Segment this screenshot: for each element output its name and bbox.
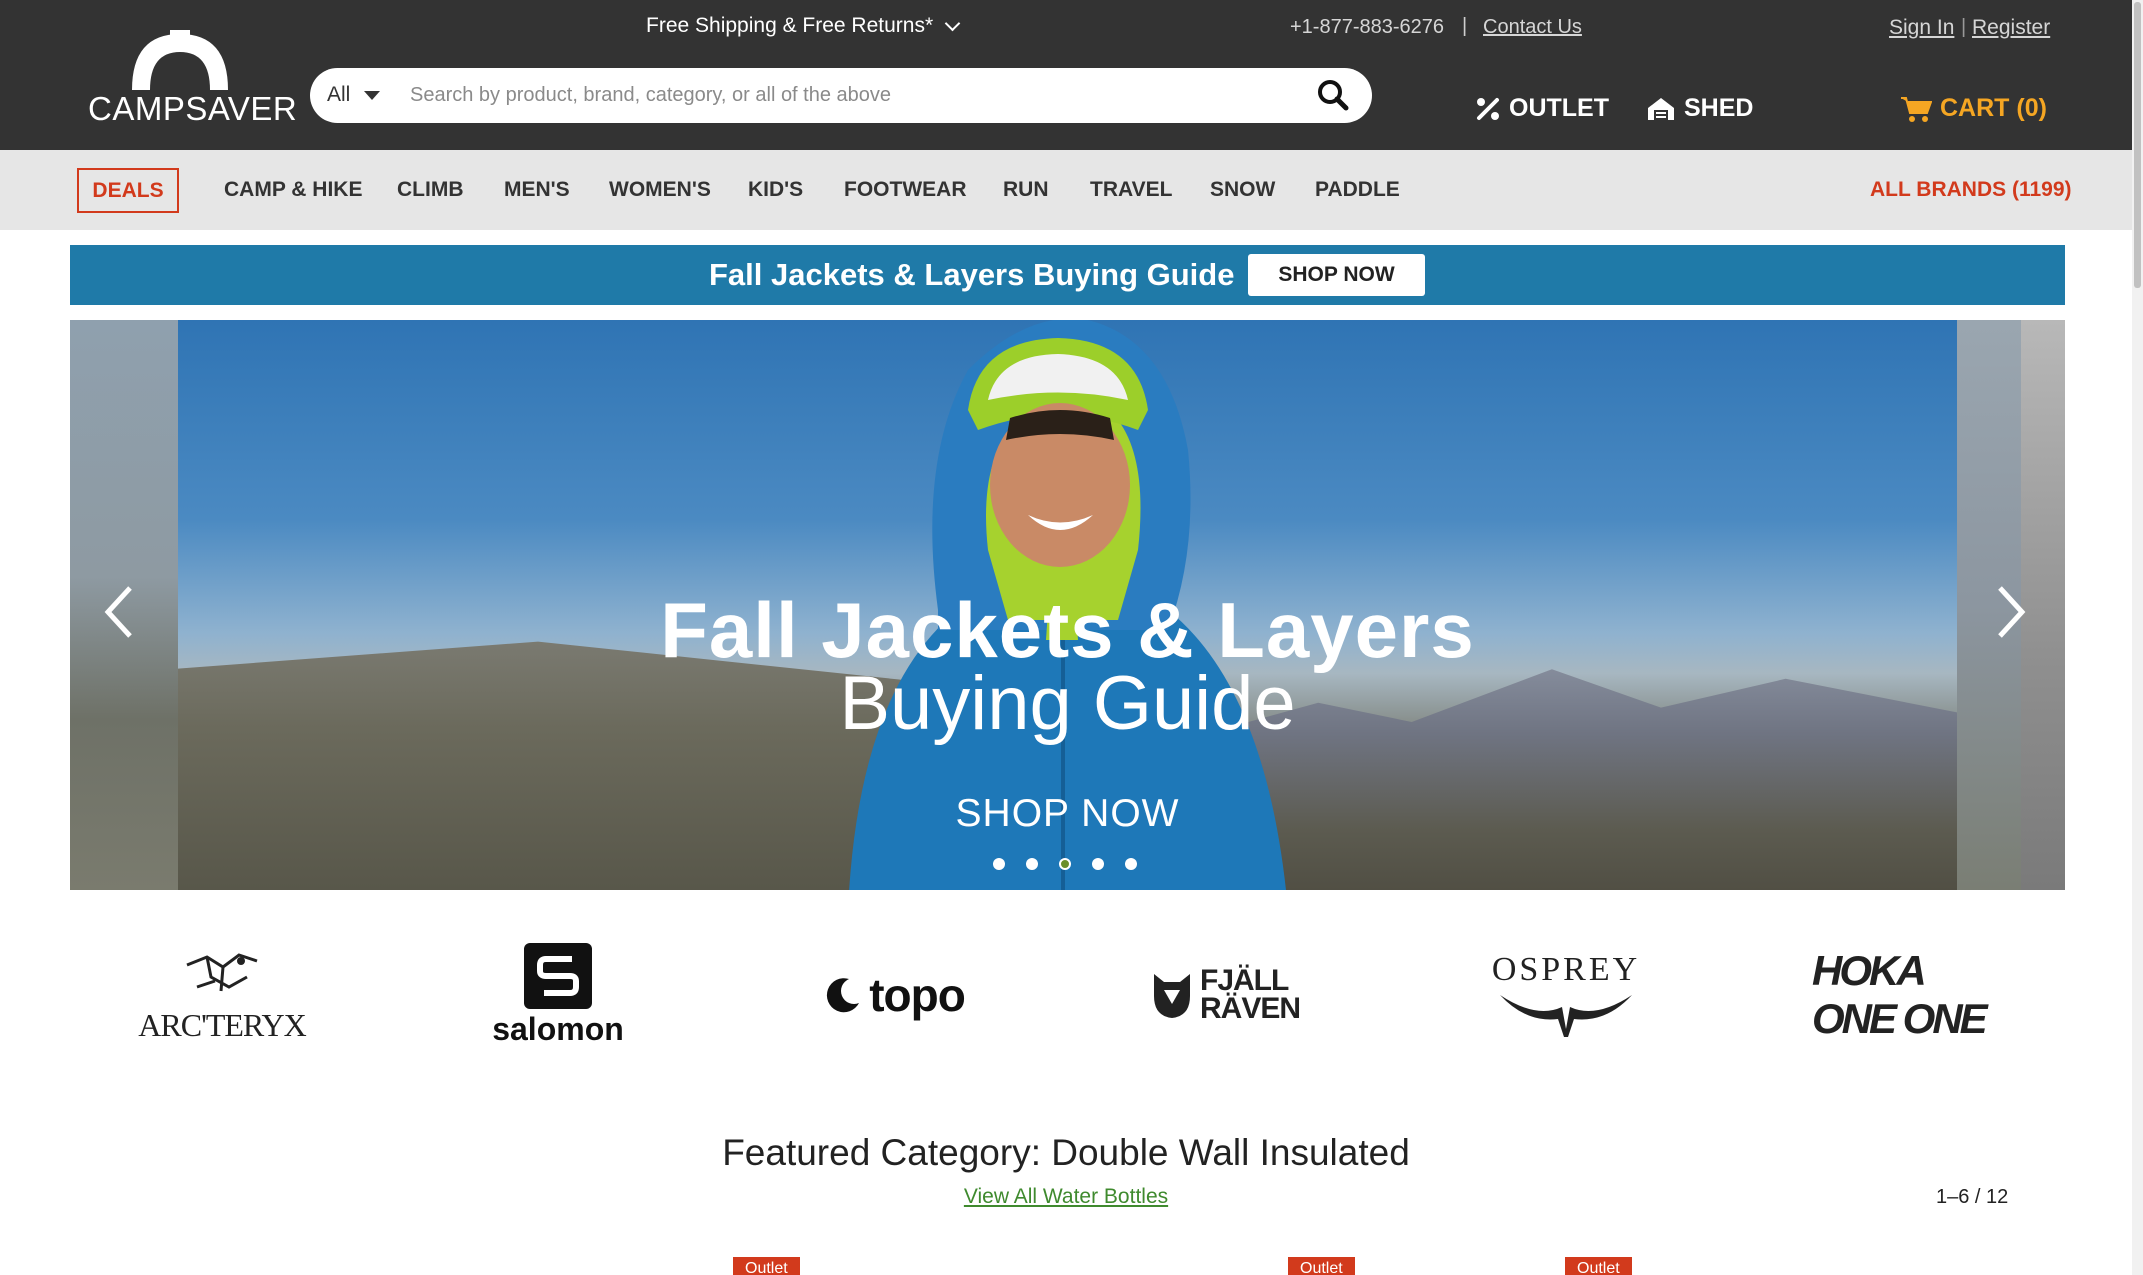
buying-guide-banner[interactable]: Fall Jackets & Layers Buying Guide SHOP …	[70, 245, 2065, 305]
outlet-badge: Outlet	[733, 1257, 800, 1275]
all-brands-link[interactable]: ALL BRANDS (1199)	[1870, 178, 2072, 202]
caret-down-icon	[364, 90, 381, 100]
topo-moon-icon	[827, 978, 860, 1013]
search-input[interactable]	[410, 78, 1290, 112]
carousel-prev-button[interactable]	[100, 582, 140, 642]
brand-fjallraven[interactable]: FJÄLL RÄVEN	[1140, 940, 1320, 1050]
search-category-value: All	[327, 83, 351, 106]
osprey-bird-icon	[1500, 995, 1632, 1037]
carousel-next-button[interactable]	[1990, 582, 2030, 642]
osprey-wordmark: OSPREY	[1491, 951, 1641, 988]
nav-camp-hike[interactable]: CAMP & HIKE	[224, 178, 362, 202]
main-nav: DEALS CAMP & HIKE CLIMB MEN'S WOMEN'S KI…	[0, 150, 2132, 230]
banner-shop-now-button[interactable]: SHOP NOW	[1248, 254, 1425, 296]
featured-category-title: Featured Category: Double Wall Insulated	[722, 1132, 1410, 1173]
search-bar: All	[310, 68, 1372, 123]
site-header: CAMPSAVER Free Shipping & Free Returns* …	[0, 0, 2132, 150]
shed-link[interactable]: SHED	[1646, 94, 1753, 123]
header-separator: |	[1462, 15, 1468, 37]
hero-shop-now[interactable]: SHOP NOW	[178, 792, 1957, 836]
nav-mens[interactable]: MEN'S	[504, 178, 570, 202]
page-scrollbar-thumb[interactable]	[2134, 2, 2141, 288]
hero-carousel[interactable]: Fall Jackets & Layers Buying Guide SHOP …	[70, 320, 2065, 890]
search-icon	[1318, 80, 1349, 111]
phone-number[interactable]: +1-877-883-6276	[1290, 16, 1444, 39]
nav-snow[interactable]: SNOW	[1210, 178, 1275, 202]
chevron-left-icon	[104, 586, 132, 638]
tent-logo-icon	[132, 30, 228, 90]
carousel-dot-5[interactable]	[1125, 858, 1137, 870]
carousel-dot-1[interactable]	[993, 858, 1005, 870]
hoka-wordmark: HOKA ONE ONE	[1812, 947, 1988, 1042]
hero-slide[interactable]: Fall Jackets & Layers Buying Guide SHOP …	[178, 320, 1957, 890]
outlet-badge: Outlet	[1288, 1257, 1355, 1275]
contact-us-link[interactable]: Contact Us	[1483, 16, 1582, 39]
carousel-dot-3[interactable]	[1059, 858, 1071, 870]
sign-in-link[interactable]: Sign In	[1889, 16, 1954, 40]
campsaver-logo[interactable]: CAMPSAVER	[84, 28, 297, 128]
nav-kids[interactable]: KID'S	[748, 178, 803, 202]
nav-footwear[interactable]: FOOTWEAR	[844, 178, 966, 202]
topo-logo: topo	[823, 968, 966, 1022]
salomon-wordmark: salomon	[492, 1010, 624, 1047]
fox-icon	[1154, 974, 1190, 1018]
cart-button[interactable]: CART (0)	[1900, 94, 2047, 123]
shed-icon	[1648, 97, 1674, 120]
arcteryx-wordmark: ARC'TERYX	[138, 1006, 306, 1043]
percent-icon	[1477, 97, 1499, 120]
banner-text: Fall Jackets & Layers Buying Guide	[709, 257, 1235, 292]
fjallraven-wordmark: FJÄLL RÄVEN	[1200, 964, 1301, 1025]
brand-osprey[interactable]: OSPREY	[1476, 940, 1656, 1050]
brand-salomon[interactable]: salomon	[468, 940, 648, 1050]
search-category-select[interactable]: All	[327, 83, 381, 107]
outlet-label: OUTLET	[1509, 94, 1609, 122]
cart-label: CART (0)	[1940, 94, 2047, 122]
nav-climb[interactable]: CLIMB	[397, 178, 464, 202]
view-all-water-bottles-link[interactable]: View All Water Bottles	[0, 1185, 2132, 1209]
hero-title-line2: Buying Guide	[839, 661, 1296, 746]
carousel-dot-4[interactable]	[1092, 858, 1104, 870]
arcteryx-logo	[186, 952, 258, 991]
search-button[interactable]	[1315, 78, 1353, 114]
nav-deals[interactable]: DEALS	[77, 168, 179, 213]
chevron-right-icon	[1998, 586, 2026, 638]
brand-arcteryx[interactable]: ARC'TERYX	[132, 940, 312, 1050]
topo-wordmark: topo	[869, 969, 966, 1021]
brand-topo[interactable]: topo	[804, 940, 984, 1050]
shipping-promo-text: Free Shipping & Free Returns*	[646, 14, 934, 37]
nav-womens[interactable]: WOMEN'S	[609, 178, 711, 202]
fjallraven-logo: FJÄLL RÄVEN	[1150, 964, 1310, 1025]
register-link[interactable]: Register	[1972, 16, 2050, 40]
nav-travel[interactable]: TRAVEL	[1090, 178, 1172, 202]
outlet-link[interactable]: OUTLET	[1475, 94, 1609, 123]
carousel-dot-2[interactable]	[1026, 858, 1038, 870]
logo-text: CAMPSAVER	[88, 90, 298, 127]
shed-label: SHED	[1684, 94, 1754, 122]
carousel-dots	[993, 858, 1137, 870]
nav-run[interactable]: RUN	[1003, 178, 1049, 202]
outlet-badge: Outlet	[1565, 1257, 1632, 1275]
brand-hoka[interactable]: HOKA ONE ONE	[1812, 940, 1992, 1050]
chevron-down-icon	[944, 15, 961, 31]
featured-pager: 1–6 / 12	[1936, 1186, 2009, 1208]
shipping-promo[interactable]: Free Shipping & Free Returns*	[646, 14, 961, 38]
account-separator: |	[1961, 16, 1967, 38]
salomon-logo	[524, 942, 592, 1009]
nav-paddle[interactable]: PADDLE	[1315, 178, 1400, 202]
cart-icon	[1901, 96, 1932, 122]
page: CAMPSAVER Free Shipping & Free Returns* …	[0, 0, 2143, 1275]
